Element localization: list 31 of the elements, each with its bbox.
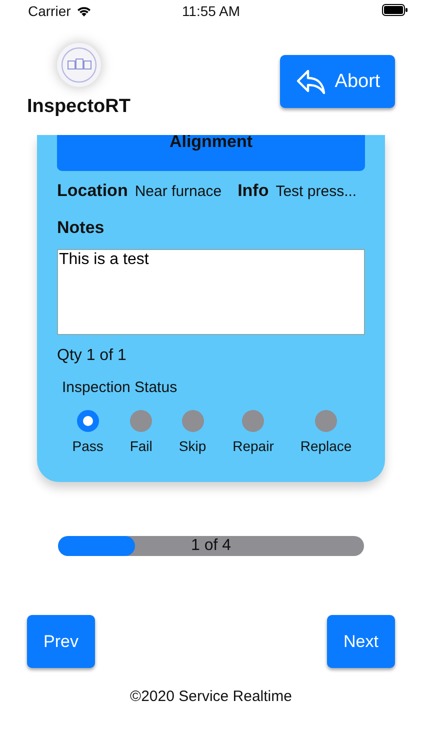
status-option[interactable]: Repair [232,410,274,454]
app-name: InspectoRT [27,96,130,118]
status-option[interactable]: Fail [130,410,152,454]
location-label: Location [57,180,128,201]
status-option[interactable]: Skip [178,410,206,454]
notes-label: Notes [57,218,106,238]
radio-dot [315,410,338,432]
notes-field[interactable]: This is a test [57,248,365,335]
radio-dot [76,410,99,432]
info-label: Info [238,180,269,201]
info-value: Test press... [276,182,357,200]
battery-icon [382,4,408,16]
item-title: Alignment [169,132,253,153]
radio-dot [182,410,204,432]
abort-button[interactable]: Abort [280,55,395,108]
status-option[interactable]: Pass [72,410,104,454]
location-value: Near furnace [134,182,222,200]
next-button[interactable]: Next [327,615,395,668]
quantity-text: Qty 1 of 1 [57,347,128,365]
status-time: 11:55 AM [182,3,240,19]
prev-button[interactable]: Prev [27,615,95,668]
copyright-text: ©2020 Service Realtime [130,688,292,705]
status-option[interactable]: Replace [300,410,352,454]
reply-arrow-icon [294,68,327,96]
radio-dot [130,410,152,432]
carrier-name: Carrier [28,3,71,19]
radio-dot [242,410,264,432]
progress-label: 1 of 4 [190,536,232,556]
status-label: Inspection Status [62,379,178,396]
wifi-icon [76,5,92,17]
logo-icon [56,42,102,88]
